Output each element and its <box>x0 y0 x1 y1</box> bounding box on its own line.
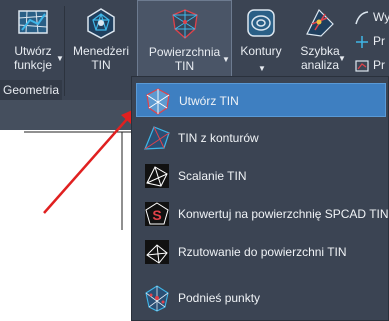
project-to-tin-icon <box>145 240 169 264</box>
menu-item-tin-from-contours[interactable]: TIN z konturów <box>136 121 386 155</box>
menu-item-create-tin-label: Utwórz TIN <box>179 94 239 108</box>
menu-item-raise-points[interactable]: Podnieś punkty <box>136 281 386 315</box>
menu-item-tin-from-contours-label: TIN z konturów <box>178 131 259 145</box>
tin-surface-dropdown-menu: Utwórz TIN TIN z konturów Scalanie TIN S… <box>131 76 389 321</box>
menu-item-merge-tin[interactable]: Scalanie TIN <box>136 159 386 193</box>
menu-item-create-tin[interactable]: Utwórz TIN <box>136 83 386 117</box>
menu-item-convert-spcad-label: Konwertuj na powierzchnię SPCAD TIN <box>178 207 389 221</box>
create-tin-icon <box>146 88 170 115</box>
menu-item-convert-spcad[interactable]: S Konwertuj na powierzchnię SPCAD TIN <box>136 197 389 231</box>
menu-item-raise-points-label: Podnieś punkty <box>178 291 261 305</box>
svg-text:S: S <box>152 207 161 223</box>
tin-from-contours-icon <box>144 126 170 150</box>
raise-points-icon <box>145 285 169 312</box>
menu-item-project-to-tin[interactable]: Rzutowanie do powierzchni TIN <box>136 235 386 269</box>
convert-spcad-icon: S <box>145 202 169 226</box>
merge-tin-icon <box>145 164 169 188</box>
menu-item-merge-tin-label: Scalanie TIN <box>178 169 247 183</box>
menu-item-project-to-tin-label: Rzutowanie do powierzchni TIN <box>178 245 347 259</box>
